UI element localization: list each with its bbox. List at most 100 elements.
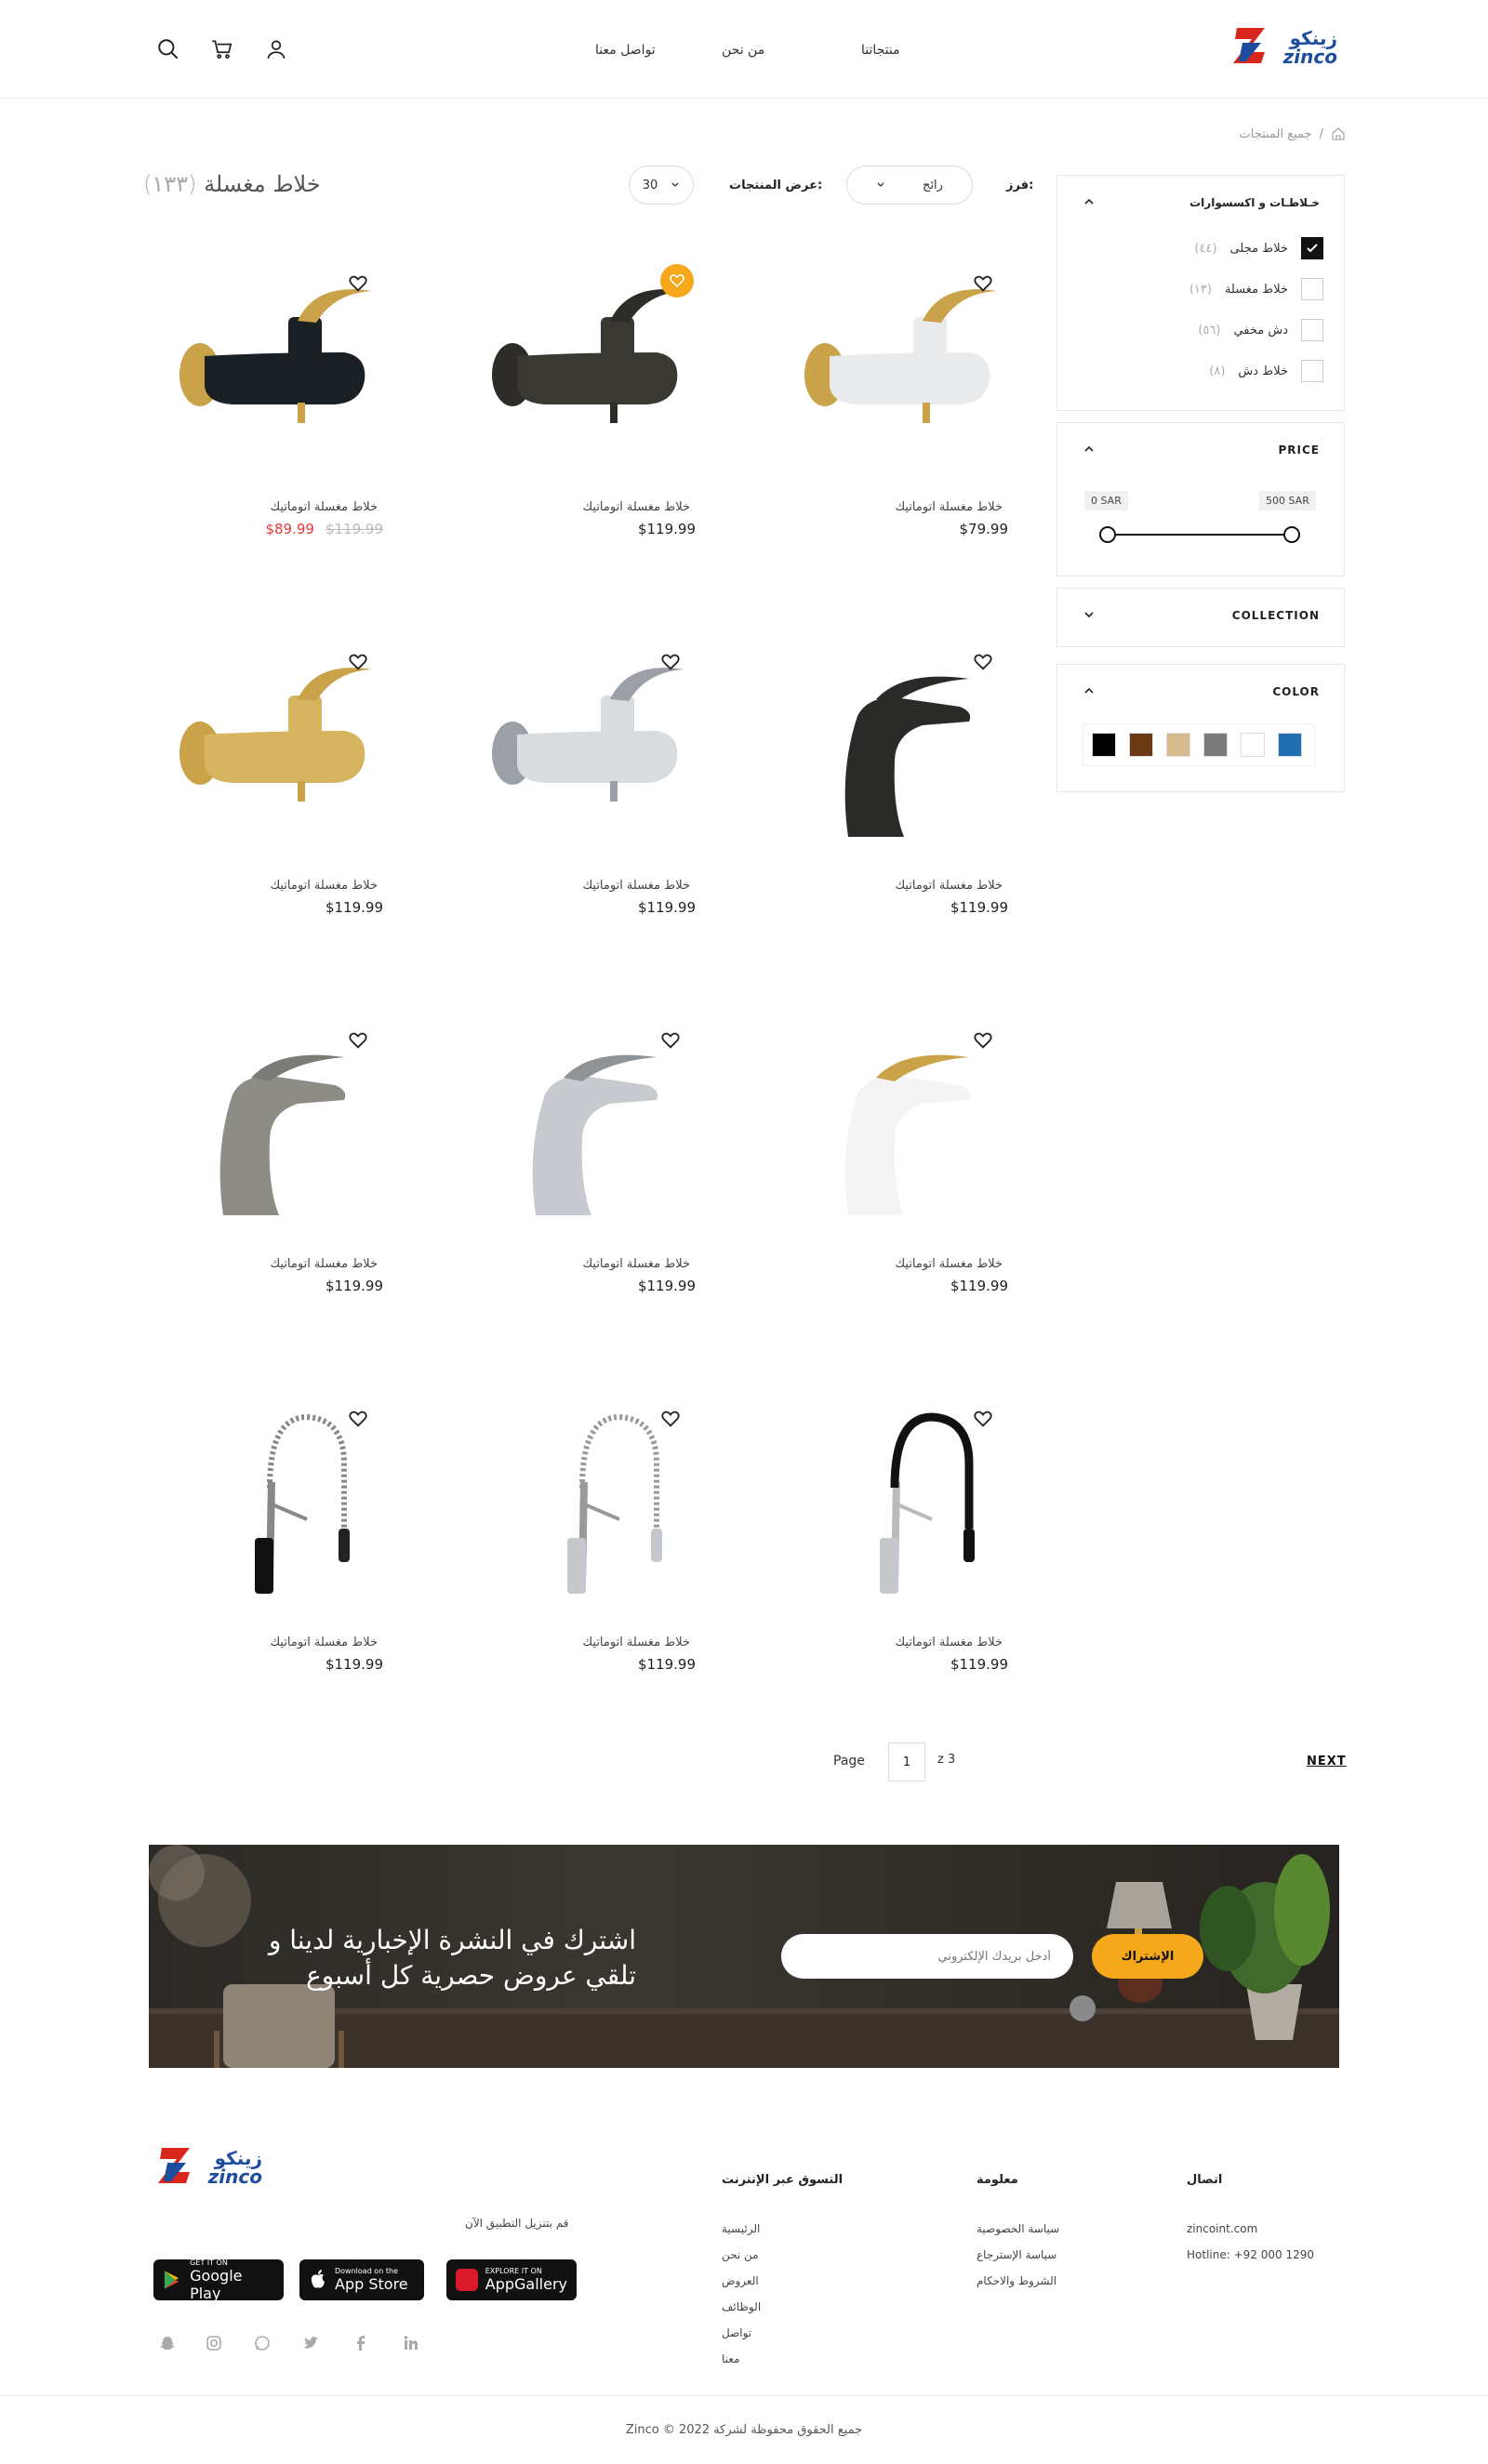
wishlist-button[interactable] xyxy=(348,1409,368,1429)
product-card[interactable]: خلاط مغسلة اتوماتيك $119.99 xyxy=(149,1384,391,1691)
product-name[interactable]: خلاط مغسلة اتوماتيك xyxy=(895,1636,1003,1649)
pagination-next-link[interactable]: NEXT xyxy=(1307,1755,1347,1769)
wishlist-button[interactable] xyxy=(660,652,681,672)
whatsapp-icon[interactable] xyxy=(253,2334,272,2352)
app-gallery-small: EXPLORE IT ON xyxy=(485,2267,542,2275)
product-name[interactable]: خلاط مغسلة اتوماتيك xyxy=(895,500,1003,514)
product-card[interactable]: خلاط مغسلة اتوماتيك $119.99 xyxy=(774,628,1016,934)
wishlist-button[interactable] xyxy=(973,1030,993,1051)
footer-shop-link[interactable]: الوظائف xyxy=(722,2300,761,2313)
footer-contact-email[interactable]: zincoint.com xyxy=(1187,2222,1257,2235)
color-swatch[interactable] xyxy=(1129,733,1153,757)
app-store-badge[interactable]: Download on the App Store xyxy=(299,2259,424,2300)
zinco-logo[interactable]: زينكو zinco xyxy=(1233,24,1340,69)
footer-contact-hotline[interactable]: Hotline: +92 000 1290 xyxy=(1187,2248,1314,2261)
color-swatch[interactable] xyxy=(1092,733,1116,757)
product-name[interactable]: خلاط مغسلة اتوماتيك xyxy=(582,1636,690,1649)
product-name[interactable]: خلاط مغسلة اتوماتيك xyxy=(270,500,378,514)
chevron-up-icon[interactable] xyxy=(1082,683,1096,698)
wishlist-button[interactable] xyxy=(973,273,993,294)
newsletter-subscribe-button[interactable]: الإشتراك xyxy=(1092,1934,1203,1979)
wishlist-button[interactable] xyxy=(348,652,368,672)
footer-shop-link[interactable]: معنا xyxy=(722,2352,740,2365)
filter-collection-header[interactable]: COLLECTION xyxy=(1057,589,1344,644)
sort-select[interactable]: رائج xyxy=(846,166,973,205)
app-gallery-badge[interactable]: EXPLORE IT ON AppGallery xyxy=(446,2259,577,2300)
user-icon[interactable] xyxy=(264,37,288,61)
search-icon[interactable] xyxy=(156,37,180,61)
footer-shop-link[interactable]: تواصل xyxy=(722,2326,751,2339)
wishlist-button[interactable] xyxy=(660,1409,681,1429)
twitter-icon[interactable] xyxy=(302,2334,321,2352)
color-swatch[interactable] xyxy=(1203,733,1228,757)
sort-value: رائج xyxy=(923,178,943,192)
wishlist-button[interactable] xyxy=(348,273,368,294)
footer-shop-link[interactable]: من نحن xyxy=(722,2248,759,2261)
product-name[interactable]: خلاط مغسلة اتوماتيك xyxy=(270,1636,378,1649)
price-slider-min-handle[interactable] xyxy=(1099,526,1116,543)
product-name[interactable]: خلاط مغسلة اتوماتيك xyxy=(270,879,378,893)
chevron-up-icon[interactable] xyxy=(1082,194,1096,209)
price-slider-max-handle[interactable] xyxy=(1283,526,1300,543)
filter-price-header[interactable]: PRICE xyxy=(1057,423,1344,479)
filter-category-header[interactable]: خـلاطـات و اكسسوارات xyxy=(1057,176,1344,232)
wishlist-button[interactable] xyxy=(973,1409,993,1429)
wishlist-button[interactable] xyxy=(660,1030,681,1051)
filter-checkbox[interactable] xyxy=(1301,319,1323,341)
filter-checkbox[interactable] xyxy=(1301,278,1323,300)
cart-icon[interactable] xyxy=(210,37,234,61)
product-price: $119.99 xyxy=(950,1278,1008,1294)
product-name[interactable]: خلاط مغسلة اتوماتيك xyxy=(582,1257,690,1271)
pagination-current-page[interactable]: 1 xyxy=(888,1742,925,1782)
product-card[interactable]: خلاط مغسلة اتوماتيك $119.99 xyxy=(149,628,391,934)
newsletter-email-input[interactable] xyxy=(781,1934,1073,1979)
product-name[interactable]: خلاط مغسلة اتوماتيك xyxy=(895,879,1003,893)
product-name[interactable]: خلاط مغسلة اتوماتيك xyxy=(582,879,690,893)
per-page-select[interactable]: 30 xyxy=(629,166,694,205)
nav-products-link[interactable]: منتجاتنا xyxy=(861,43,900,58)
wishlist-button[interactable] xyxy=(660,264,694,298)
product-name[interactable]: خلاط مغسلة اتوماتيك xyxy=(270,1257,378,1271)
footer-info-link[interactable]: الشروط والاحكام xyxy=(976,2274,1056,2287)
filter-category-option[interactable]: (٥٦) دش مخفي xyxy=(1198,319,1323,341)
product-name[interactable]: خلاط مغسلة اتوماتيك xyxy=(582,500,690,514)
linkedin-icon[interactable] xyxy=(402,2334,420,2352)
nav-about-link[interactable]: من نحن xyxy=(722,43,764,58)
product-card[interactable]: خلاط مغسلة اتوماتيك $119.99 xyxy=(774,1384,1016,1691)
product-card[interactable]: خلاط مغسلة اتوماتيك $119.99 xyxy=(149,1006,391,1313)
product-card[interactable]: خلاط مغسلة اتوماتيك $119.99 xyxy=(461,1384,703,1691)
chevron-up-icon[interactable] xyxy=(1082,442,1096,457)
footer-info-link[interactable]: سياسة الإسترجاع xyxy=(976,2248,1056,2261)
product-card[interactable]: خلاط مغسلة اتوماتيك $89.99 $119.99 xyxy=(149,249,391,556)
color-swatch[interactable] xyxy=(1241,733,1265,757)
wishlist-button[interactable] xyxy=(973,652,993,672)
product-card[interactable]: خلاط مغسلة اتوماتيك $119.99 xyxy=(461,1006,703,1313)
product-price: $89.99 $119.99 xyxy=(265,521,383,537)
footer-info-link[interactable]: سياسة الخصوصية xyxy=(976,2222,1059,2235)
product-card[interactable]: خلاط مغسلة اتوماتيك $119.99 xyxy=(774,1006,1016,1313)
nav-contact-link[interactable]: تواصل معنا xyxy=(595,43,656,58)
filter-color-header[interactable]: COLOR xyxy=(1057,665,1344,721)
product-name[interactable]: خلاط مغسلة اتوماتيك xyxy=(895,1257,1003,1271)
color-swatch[interactable] xyxy=(1166,733,1190,757)
filter-category-option[interactable]: (٨) خلاط دش xyxy=(1209,360,1323,382)
filter-checkbox[interactable] xyxy=(1301,237,1323,259)
footer-logo[interactable]: زينكو zinco xyxy=(158,2144,265,2189)
product-card[interactable]: خلاط مغسلة اتوماتيك $79.99 xyxy=(774,249,1016,556)
instagram-icon[interactable] xyxy=(205,2334,223,2352)
filter-category-option[interactable]: (٤٤) خلاط مجلى xyxy=(1194,237,1323,259)
footer-shop-link[interactable]: العروض xyxy=(722,2274,759,2287)
wishlist-button[interactable] xyxy=(348,1030,368,1051)
home-icon[interactable] xyxy=(1331,126,1346,141)
product-card[interactable]: خلاط مغسلة اتوماتيك $119.99 xyxy=(461,628,703,934)
product-card[interactable]: خلاط مغسلة اتوماتيك $119.99 xyxy=(461,249,703,556)
facebook-icon[interactable] xyxy=(352,2334,370,2352)
breadcrumb-current[interactable]: جميع المنتجات xyxy=(1240,127,1312,141)
filter-checkbox[interactable] xyxy=(1301,360,1323,382)
filter-category-option[interactable]: (١٣) خلاط مغسلة xyxy=(1189,278,1323,300)
chevron-down-icon[interactable] xyxy=(1082,607,1096,622)
snapchat-icon[interactable] xyxy=(158,2334,177,2352)
google-play-badge[interactable]: GET IT ON Google Play xyxy=(153,2259,284,2302)
color-swatch[interactable] xyxy=(1278,733,1302,757)
footer-shop-link[interactable]: الرئيسية xyxy=(722,2222,760,2235)
